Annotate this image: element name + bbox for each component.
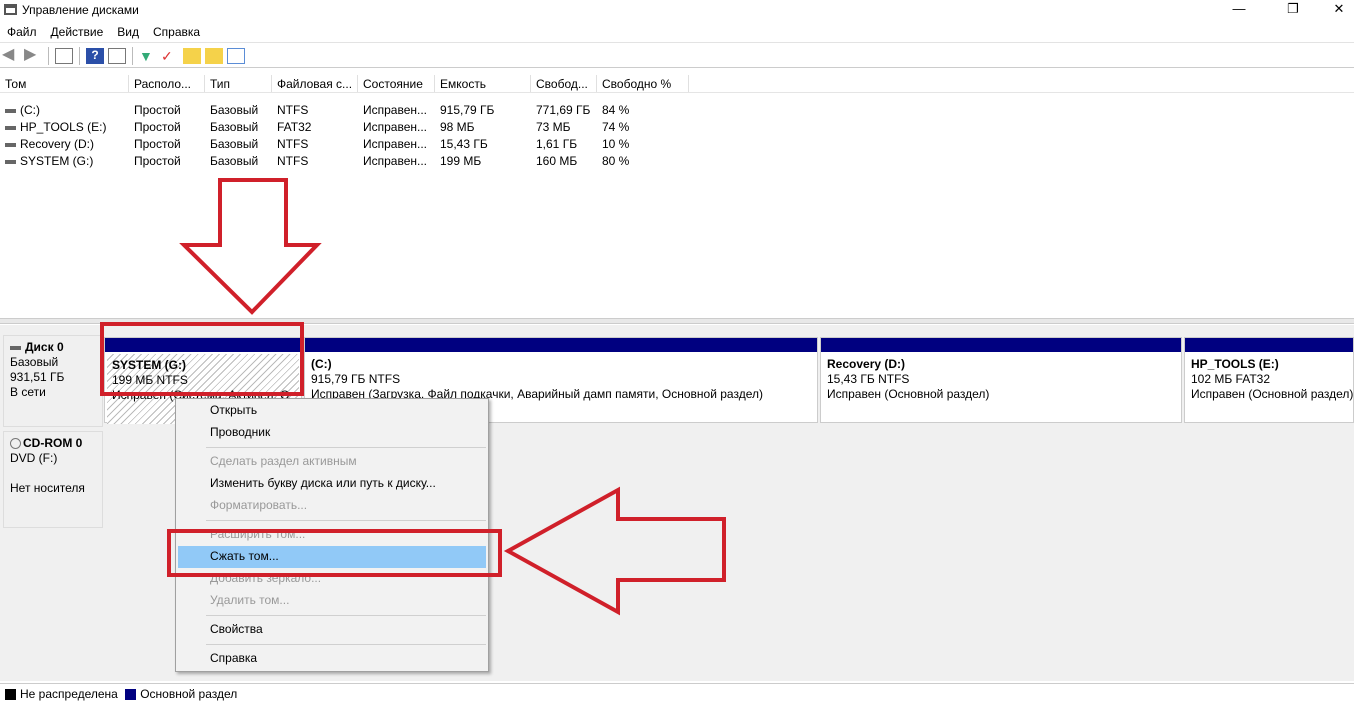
left-arrow-icon [503,486,726,616]
down-arrow-icon [179,178,322,315]
annotation-arrows [179,178,726,616]
